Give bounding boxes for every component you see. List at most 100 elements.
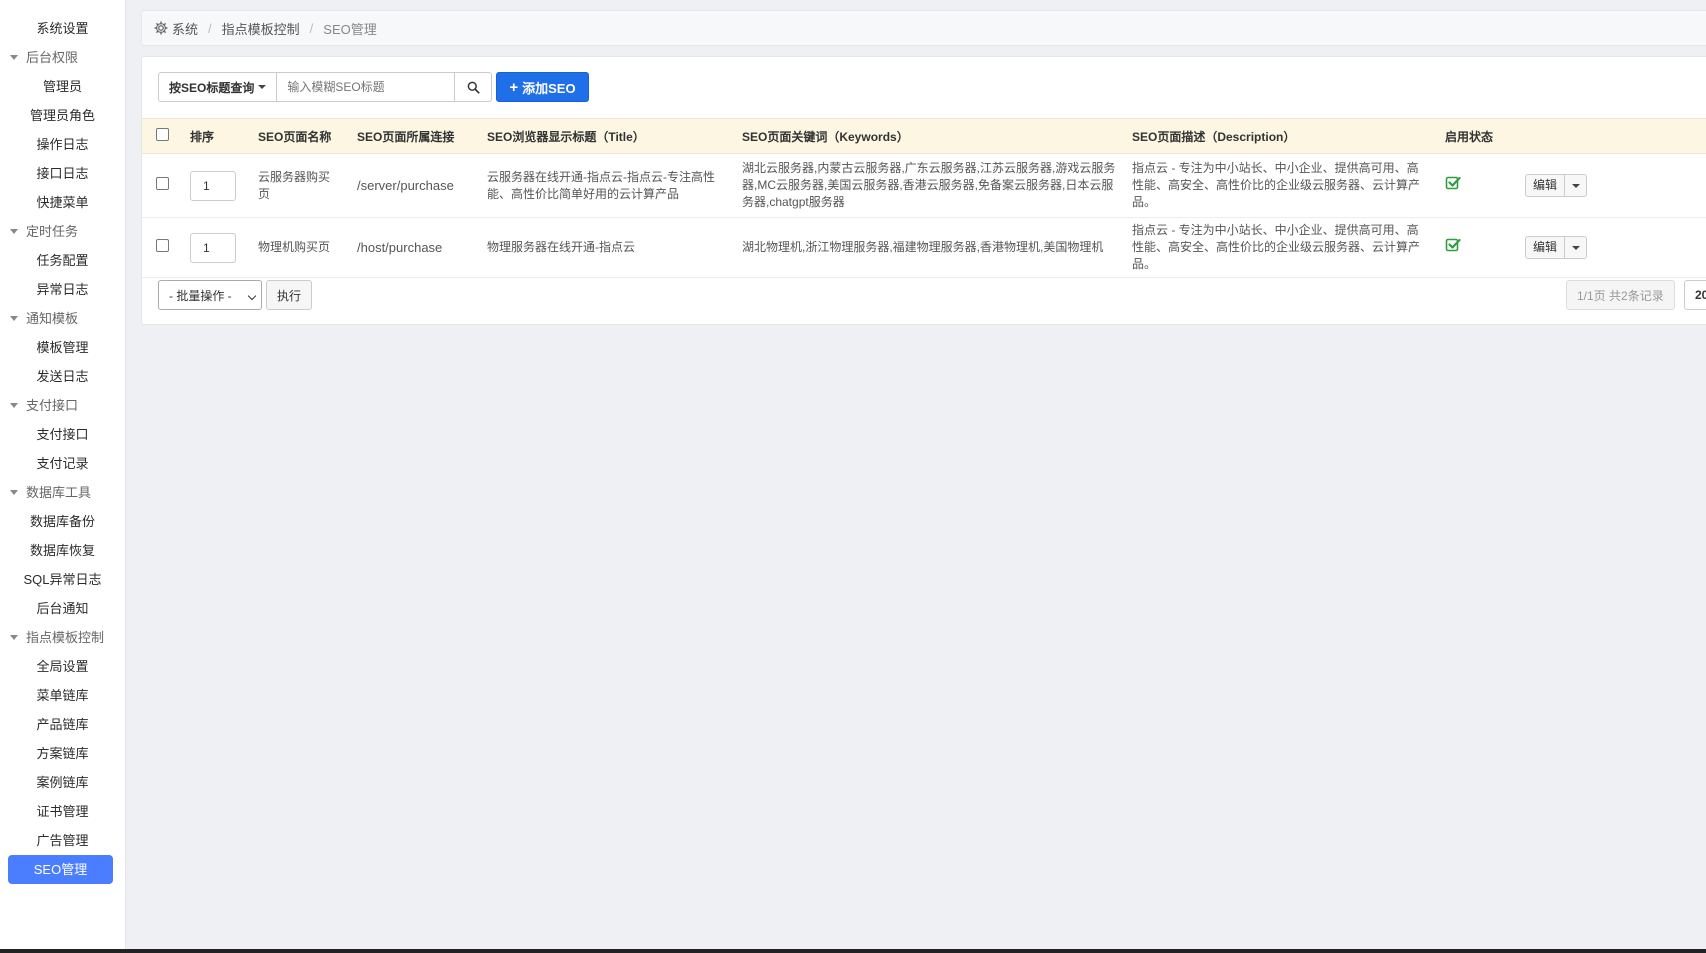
sidebar-item[interactable]: 支付记录 [0,449,125,478]
sidebar-item-label: 任务配置 [36,253,89,268]
sidebar-item[interactable]: 发送日志 [0,362,125,391]
batch-action-select[interactable]: - 批量操作 - [158,280,262,310]
row-checkbox[interactable] [156,176,169,190]
sidebar-item[interactable]: 数据库备份 [0,507,125,536]
sidebar-item-label: 接口日志 [36,166,89,181]
row-select-cell [142,217,182,278]
sidebar-group[interactable]: 通知模板 [0,304,125,333]
sidebar-item-label: 快捷菜单 [36,195,89,210]
main-panel: 按SEO标题查询 + 添加SEO 排序 SEO页面名称 SEO页面所属连接 S [141,56,1706,325]
batch-action-label: - 批量操作 - [169,288,232,303]
sidebar-item[interactable]: 支付接口 [0,420,125,449]
page-size-dropdown[interactable]: 20 [1684,280,1706,310]
sidebar-group[interactable]: 支付接口 [0,391,125,420]
sidebar-item[interactable]: 证书管理 [0,797,125,826]
sort-cell [182,153,250,218]
select-all-checkbox[interactable] [156,128,169,141]
sidebar-group[interactable]: 定时任务 [0,217,125,246]
search-input[interactable] [277,72,456,102]
caret-down-icon [10,316,18,321]
sidebar-item-label: 广告管理 [36,833,89,848]
sidebar-item[interactable]: 广告管理 [0,826,125,855]
keywords-cell: 湖北物理机,浙江物理服务器,福建物理服务器,香港物理机,美国物理机 [734,217,1124,278]
caret-down-icon [10,55,18,60]
sidebar-item[interactable]: 模板管理 [0,333,125,362]
sidebar-item-label: SEO管理 [33,862,88,877]
sidebar-item-active[interactable]: SEO管理 [8,855,113,884]
sidebar-item-label: 产品链库 [36,717,89,732]
row-select-cell [142,153,182,218]
sidebar-item-label: 异常日志 [36,282,89,297]
sidebar-item-label: 数据库恢复 [29,543,95,558]
sidebar-item[interactable]: 操作日志 [0,130,125,159]
row-checkbox[interactable] [156,238,169,252]
sidebar-item[interactable]: 系统设置 [0,14,125,43]
select-all-header [142,118,182,154]
sidebar-item-label: 管理员 [42,79,82,94]
sidebar-item[interactable]: 接口日志 [0,159,125,188]
sidebar-item-label: 案例链库 [36,775,89,790]
more-actions-button[interactable] [1565,236,1588,259]
description-cell: 指点云 - 专注为中小站长、中小企业、提供高可用、高性能、高安全、高性价比的企业… [1124,217,1437,278]
sidebar-group[interactable]: 后台权限 [0,43,125,72]
caret-down-icon [10,403,18,408]
filter-dropdown-button[interactable]: 按SEO标题查询 [158,72,278,102]
sidebar-group[interactable]: 指点模板控制 [0,623,125,652]
sidebar-item[interactable]: 异常日志 [0,275,125,304]
sidebar-item[interactable]: 案例链库 [0,768,125,797]
checked-square-icon[interactable] [1445,237,1461,253]
sidebar-item-label: 操作日志 [36,137,89,152]
breadcrumb-home[interactable]: 系统 [172,19,198,38]
seo-table: 排序 SEO页面名称 SEO页面所属连接 SEO浏览器显示标题（Title） S… [142,118,1706,278]
header-keywords: SEO页面关键词（Keywords） [734,118,1124,154]
sidebar-item-label: 通知模板 [26,311,79,326]
execute-button[interactable]: 执行 [266,280,313,310]
sidebar-item-label: 支付接口 [36,427,89,442]
sidebar-item[interactable]: 产品链库 [0,710,125,739]
search-button[interactable] [455,72,493,102]
sort-input[interactable] [190,232,236,263]
header-sort[interactable]: 排序 [182,118,250,154]
sidebar-item[interactable]: 数据库恢复 [0,536,125,565]
more-actions-button[interactable] [1565,174,1588,197]
sidebar-item[interactable]: 管理员角色 [0,101,125,130]
sidebar-item[interactable]: SQL异常日志 [0,565,125,594]
sidebar-item-label: 菜单链库 [36,688,89,703]
actions-cell: 编辑 [1517,217,1706,278]
table-row: 物理机购买页 /host/purchase 物理服务器在线开通-指点云 湖北物理… [142,217,1706,278]
sidebar-group[interactable]: 数据库工具 [0,478,125,507]
gear-icon [154,21,168,35]
breadcrumb-separator: / [309,20,314,36]
edit-button[interactable]: 编辑 [1525,174,1566,197]
title-cell: 云服务器在线开通-指点云-指点云-专注高性能、高性价比简单好用的云计算产品 [479,153,734,218]
sidebar-item[interactable]: 菜单链库 [0,681,125,710]
header-name: SEO页面名称 [250,118,349,154]
sidebar-item[interactable]: 快捷菜单 [0,188,125,217]
breadcrumb-parent[interactable]: 指点模板控制 [222,19,300,38]
caret-down-icon [258,85,267,89]
keywords-cell: 湖北云服务器,内蒙古云服务器,广东云服务器,江苏云服务器,游戏云服务器,MC云服… [734,153,1124,218]
name-cell: 物理机购买页 [250,217,349,278]
table-row: 云服务器购买页 /server/purchase 云服务器在线开通-指点云-指点… [142,153,1706,218]
breadcrumb-separator: / [208,20,212,36]
sidebar-item[interactable]: 后台通知 [0,594,125,623]
add-seo-label: 添加SEO [522,80,576,96]
sidebar-item[interactable]: 全局设置 [0,652,125,681]
sidebar: 系统设置 后台权限管理员管理员角色操作日志接口日志快捷菜单定时任务任务配置异常日志… [0,0,126,953]
table-footer: - 批量操作 - 执行 1/1页 共2条记录 20 [158,280,1706,310]
status-cell [1437,217,1517,278]
caret-down-icon [1571,245,1580,250]
edit-button[interactable]: 编辑 [1525,236,1566,259]
header-actions [1517,118,1706,154]
sidebar-item[interactable]: 管理员 [0,72,125,101]
add-seo-button[interactable]: + 添加SEO [496,72,589,102]
row-actions: 编辑 [1525,174,1706,197]
sidebar-item-label: 后台通知 [36,601,89,616]
header-title: SEO浏览器显示标题（Title） [479,118,734,154]
sidebar-item-label: 管理员角色 [29,108,95,123]
sidebar-item-label: 数据库工具 [26,485,92,500]
sort-input[interactable] [190,170,236,201]
sidebar-item[interactable]: 任务配置 [0,246,125,275]
sidebar-item[interactable]: 方案链库 [0,739,125,768]
checked-square-icon[interactable] [1445,175,1461,191]
